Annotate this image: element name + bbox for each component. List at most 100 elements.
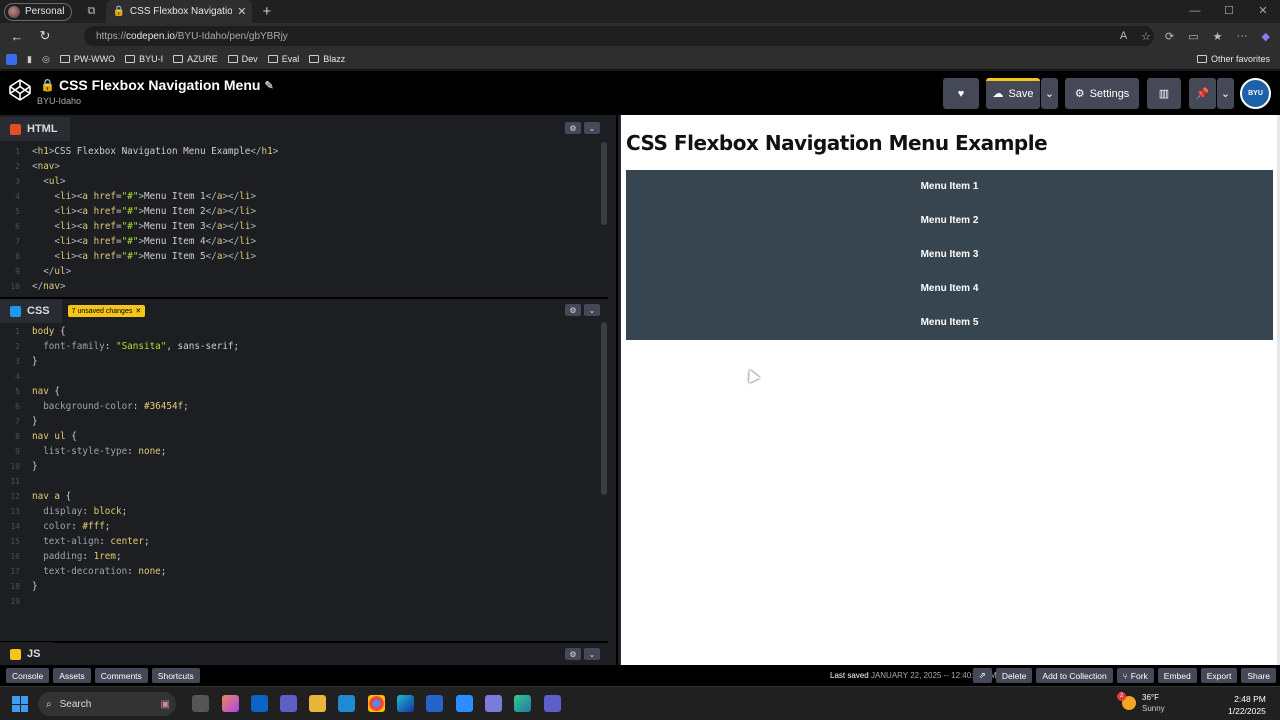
code-line[interactable]: 6 background-color: #36454f; <box>0 399 600 414</box>
code-line[interactable]: 19 <box>0 594 600 609</box>
gear-icon[interactable]: ⚙ <box>565 648 581 660</box>
read-aloud-icon[interactable]: A <box>1120 30 1127 42</box>
assets-button[interactable]: Assets <box>53 668 91 683</box>
chrome-icon[interactable] <box>368 695 385 712</box>
preview-pane[interactable]: CSS Flexbox Navigation Menu Example Menu… <box>620 115 1280 665</box>
edit-pencil-icon[interactable]: ✎ <box>264 79 273 92</box>
code-line[interactable]: 16 padding: 1rem; <box>0 549 600 564</box>
vscode-icon[interactable] <box>338 695 355 712</box>
edge-icon[interactable] <box>397 695 414 712</box>
css-code-area[interactable]: 1 body {2 font-family: "Sansita", sans-se… <box>0 324 600 640</box>
pin-dropdown-button[interactable]: ⌄ <box>1217 78 1234 109</box>
preview-menu-item[interactable]: Menu Item 3 <box>626 238 1273 272</box>
code-line[interactable]: 17 text-decoration: none; <box>0 564 600 579</box>
collections-icon[interactable]: ▭ <box>1188 30 1198 43</box>
delete-button[interactable]: Delete <box>995 668 1033 683</box>
code-line[interactable]: 18} <box>0 579 600 594</box>
store-icon[interactable] <box>426 695 443 712</box>
save-dropdown-button[interactable]: ⌄ <box>1041 78 1058 109</box>
teams-icon[interactable] <box>280 695 297 712</box>
minimize-icon[interactable]: — <box>1178 0 1212 23</box>
code-line[interactable]: 3 <ul> <box>0 174 600 189</box>
js-editor-tab[interactable]: JS <box>0 642 53 666</box>
code-line[interactable]: 9 </ul> <box>0 264 600 279</box>
fork-button[interactable]: ⑂ Fork <box>1116 668 1154 683</box>
browser-tab-active[interactable]: 🔒 CSS Flexbox Navigation Menu ✕ <box>106 0 253 23</box>
share-button[interactable]: Share <box>1241 668 1276 683</box>
task-view-icon[interactable] <box>192 695 209 712</box>
code-line[interactable]: 10} <box>0 459 600 474</box>
maximize-icon[interactable]: ☐ <box>1212 0 1246 23</box>
favorite-star-icon[interactable]: ☆ <box>1141 30 1151 43</box>
fav-bookmark-icon[interactable]: ▮ <box>27 54 32 65</box>
code-line[interactable]: 8 <li><a href="#">Menu Item 5</a></li> <box>0 249 600 264</box>
code-line[interactable]: 3} <box>0 354 600 369</box>
fav-folder-0[interactable]: PW-WWO <box>59 54 115 64</box>
chevron-down-icon[interactable]: ⌄ <box>584 122 600 134</box>
code-line[interactable]: 4 <li><a href="#">Menu Item 1</a></li> <box>0 189 600 204</box>
workspaces-icon[interactable]: ⧉ <box>84 5 98 19</box>
heart-button[interactable]: ♥ <box>943 78 979 109</box>
code-line[interactable]: 6 <li><a href="#">Menu Item 3</a></li> <box>0 219 600 234</box>
preview-menu-item[interactable]: Menu Item 2 <box>626 204 1273 238</box>
fav-folder-4[interactable]: Eval <box>267 54 299 64</box>
code-line[interactable]: 12 nav a { <box>0 489 600 504</box>
weather-widget[interactable]: 2 36°F Sunny <box>1117 692 1165 714</box>
refresh-icon[interactable]: ↻ <box>34 28 56 44</box>
code-line[interactable]: 13 display: block; <box>0 504 600 519</box>
gear-icon[interactable]: ⚙ <box>565 304 581 316</box>
preview-menu-item[interactable]: Menu Item 1 <box>626 170 1273 204</box>
save-button[interactable]: ☁ Save <box>986 78 1040 109</box>
css-editor-tab[interactable]: CSS <box>0 299 62 323</box>
fav-folder-1[interactable]: BYU-I <box>125 54 163 64</box>
unsaved-changes-badge[interactable]: 7 unsaved changes ✕ <box>67 305 146 317</box>
html-code-area[interactable]: 1 <h1>CSS Flexbox Navigation Menu Example… <box>0 144 600 296</box>
windows-start-icon[interactable] <box>12 696 28 712</box>
profile-button[interactable]: Personal <box>4 2 73 21</box>
css-scrollbar[interactable] <box>601 322 607 495</box>
other-favorites[interactable]: Other favorites <box>1196 54 1270 64</box>
code-line[interactable]: 10 </nav> <box>0 279 600 294</box>
pen-title[interactable]: CSS Flexbox Navigation Menu <box>59 77 260 93</box>
chevron-down-icon[interactable]: ⌄ <box>584 648 600 660</box>
pen-owner[interactable]: BYU-Idaho <box>37 96 81 106</box>
code-line[interactable]: 1 <h1>CSS Flexbox Navigation Menu Example… <box>0 144 600 159</box>
new-tab-icon[interactable]: + <box>262 3 271 20</box>
export-button[interactable]: Export <box>1200 668 1238 683</box>
copilot-app-icon[interactable] <box>222 695 239 712</box>
html-scrollbar[interactable] <box>601 142 607 225</box>
teams-new-icon[interactable] <box>544 695 561 712</box>
back-icon[interactable]: ← <box>6 29 28 44</box>
codepen-logo-icon[interactable] <box>8 78 32 102</box>
code-line[interactable]: 1 body { <box>0 324 600 339</box>
code-line[interactable]: 7 <li><a href="#">Menu Item 4</a></li> <box>0 234 600 249</box>
code-line[interactable]: 2 <nav> <box>0 159 600 174</box>
code-line[interactable]: 11 <box>0 474 600 489</box>
fav-app-icon[interactable] <box>6 53 17 65</box>
code-line[interactable]: 8 nav ul { <box>0 429 600 444</box>
code-line[interactable]: 7} <box>0 414 600 429</box>
code-line[interactable]: 14 color: #fff; <box>0 519 600 534</box>
settings-app-icon[interactable] <box>485 695 502 712</box>
preview-menu-item[interactable]: Menu Item 5 <box>626 306 1273 340</box>
shortcuts-button[interactable]: Shortcuts <box>151 668 200 683</box>
close-tab-icon[interactable]: ✕ <box>237 5 246 18</box>
code-line[interactable]: 5 <li><a href="#">Menu Item 2</a></li> <box>0 204 600 219</box>
layout-button[interactable]: ▥ <box>1147 78 1181 109</box>
copilot-icon[interactable]: ◆ <box>1262 30 1270 43</box>
settings-button[interactable]: ⚙ Settings <box>1065 78 1139 109</box>
close-icon[interactable]: ✕ <box>135 307 141 315</box>
user-avatar[interactable]: BYU <box>1240 78 1271 109</box>
outlook-icon[interactable] <box>251 695 268 712</box>
fav-folder-3[interactable]: Dev <box>227 54 258 64</box>
code-line[interactable]: 5 nav { <box>0 384 600 399</box>
taskbar-search[interactable]: ⌕ Search ▣ <box>38 692 176 716</box>
zoom-icon[interactable] <box>456 695 473 712</box>
fav-folder-2[interactable]: AZURE <box>173 54 218 64</box>
code-line[interactable]: 2 font-family: "Sansita", sans-serif; <box>0 339 600 354</box>
chevron-down-icon[interactable]: ⌄ <box>584 304 600 316</box>
code-line[interactable]: 9 list-style-type: none; <box>0 444 600 459</box>
code-line[interactable]: 15 text-align: center; <box>0 534 600 549</box>
fav-site-icon[interactable]: ◎ <box>42 54 50 65</box>
edge-dev-icon[interactable] <box>514 695 531 712</box>
